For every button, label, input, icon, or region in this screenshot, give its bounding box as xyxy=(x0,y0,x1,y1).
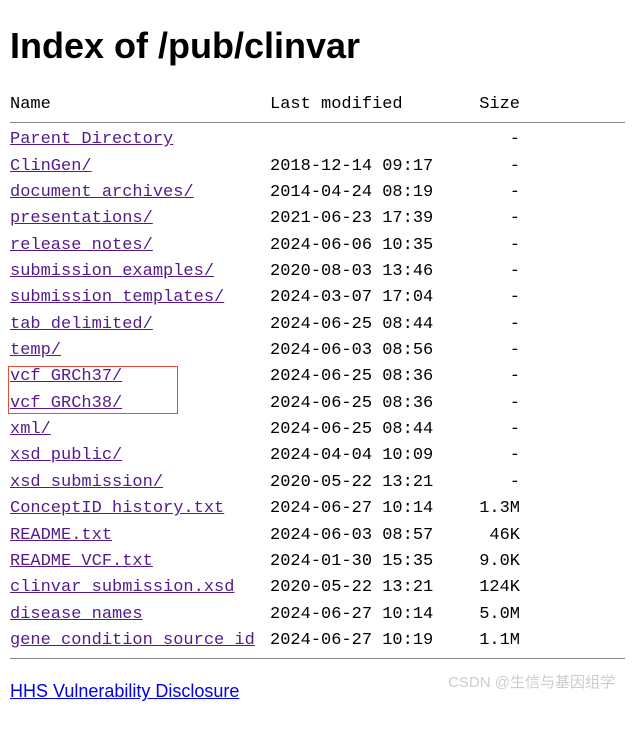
file-link[interactable]: temp/ xyxy=(10,341,61,360)
list-item: vcf_GRCh38/2024-06-25 08:36- xyxy=(10,391,625,417)
file-size: - xyxy=(460,233,520,259)
file-size: - xyxy=(460,180,520,206)
list-item: release_notes/2024-06-06 10:35- xyxy=(10,233,625,259)
hhs-vulnerability-link[interactable]: HHS Vulnerability Disclosure xyxy=(10,681,239,702)
file-size: 5.0M xyxy=(460,602,520,628)
file-modified: 2024-06-25 08:44 xyxy=(270,312,460,338)
list-item: README_VCF.txt 2024-01-30 15:359.0K xyxy=(10,549,625,575)
list-item: temp/2024-06-03 08:56- xyxy=(10,338,625,364)
file-link[interactable]: document_archives/ xyxy=(10,183,194,202)
file-modified: 2024-06-25 08:44 xyxy=(270,417,460,443)
file-size: 46K xyxy=(460,523,520,549)
file-modified: 2021-06-23 17:39 xyxy=(270,206,460,232)
file-size: - xyxy=(460,417,520,443)
file-size: - xyxy=(460,391,520,417)
list-item: submission_examples/2020-08-03 13:46- xyxy=(10,259,625,285)
file-link[interactable]: ClinGen/ xyxy=(10,157,92,176)
file-modified: 2024-06-27 10:14 xyxy=(270,602,460,628)
file-modified: 2024-06-03 08:57 xyxy=(270,523,460,549)
list-item: disease_names 2024-06-27 10:145.0M xyxy=(10,602,625,628)
file-link[interactable]: xsd_public/ xyxy=(10,446,122,465)
file-size: - xyxy=(460,364,520,390)
file-size: - xyxy=(460,259,520,285)
page-title: Index of /pub/clinvar xyxy=(10,25,625,67)
file-modified: 2014-04-24 08:19 xyxy=(270,180,460,206)
file-link[interactable]: tab_delimited/ xyxy=(10,315,153,334)
file-link[interactable]: README.txt xyxy=(10,526,112,545)
header-size: Size xyxy=(460,92,520,118)
file-link[interactable]: release_notes/ xyxy=(10,236,153,255)
divider-bottom xyxy=(10,658,625,659)
list-item: vcf_GRCh37/2024-06-25 08:36- xyxy=(10,364,625,390)
file-size: 9.0K xyxy=(460,549,520,575)
list-item: gene_condition_source_id 2024-06-27 10:19… xyxy=(10,628,625,654)
list-item: document_archives/2014-04-24 08:19- xyxy=(10,180,625,206)
file-link[interactable]: disease_names xyxy=(10,605,143,624)
list-item: xsd_submission/2020-05-22 13:21- xyxy=(10,470,625,496)
list-item: clinvar_submission.xsd 2020-05-22 13:2112… xyxy=(10,575,625,601)
header-modified: Last modified xyxy=(270,92,460,118)
file-size: - xyxy=(460,470,520,496)
file-link[interactable]: Parent Directory xyxy=(10,130,173,149)
file-modified: 2020-05-22 13:21 xyxy=(270,575,460,601)
file-size: - xyxy=(460,443,520,469)
file-link[interactable]: submission_templates/ xyxy=(10,288,224,307)
list-item: README.txt 2024-06-03 08:5746K xyxy=(10,523,625,549)
file-modified: 2018-12-14 09:17 xyxy=(270,154,460,180)
file-modified: 2020-05-22 13:21 xyxy=(270,470,460,496)
file-size: 1.1M xyxy=(460,628,520,654)
watermark: CSDN @生信与基因组学 xyxy=(448,671,615,692)
file-modified: 2024-06-27 10:14 xyxy=(270,496,460,522)
file-modified: 2024-03-07 17:04 xyxy=(270,285,460,311)
listing-header: NameLast modifiedSize xyxy=(10,92,625,118)
file-modified: 2024-01-30 15:35 xyxy=(270,549,460,575)
list-item: xml/2024-06-25 08:44- xyxy=(10,417,625,443)
file-size: 124K xyxy=(460,575,520,601)
file-link[interactable]: xsd_submission/ xyxy=(10,473,163,492)
list-item: Parent Directory - xyxy=(10,127,625,153)
file-link[interactable]: ConceptID_history.txt xyxy=(10,499,224,518)
file-link[interactable]: submission_examples/ xyxy=(10,262,214,281)
file-link[interactable]: vcf_GRCh38/ xyxy=(10,394,122,413)
file-size: - xyxy=(460,285,520,311)
file-link[interactable]: gene_condition_source_id xyxy=(10,631,255,650)
file-size: - xyxy=(460,338,520,364)
list-item: presentations/2021-06-23 17:39- xyxy=(10,206,625,232)
list-item: tab_delimited/2024-06-25 08:44- xyxy=(10,312,625,338)
file-size: - xyxy=(460,312,520,338)
file-modified: 2024-04-04 10:09 xyxy=(270,443,460,469)
file-size: - xyxy=(460,127,520,153)
file-link[interactable]: clinvar_submission.xsd xyxy=(10,578,234,597)
file-size: - xyxy=(460,154,520,180)
list-item: ConceptID_history.txt 2024-06-27 10:141.3… xyxy=(10,496,625,522)
header-name: Name xyxy=(10,92,270,118)
file-size: - xyxy=(460,206,520,232)
file-modified: 2024-06-25 08:36 xyxy=(270,364,460,390)
file-modified: 2024-06-27 10:19 xyxy=(270,628,460,654)
list-item: ClinGen/2018-12-14 09:17- xyxy=(10,154,625,180)
file-modified: 2024-06-06 10:35 xyxy=(270,233,460,259)
file-link[interactable]: presentations/ xyxy=(10,209,153,228)
file-link[interactable]: README_VCF.txt xyxy=(10,552,153,571)
file-modified: 2024-06-03 08:56 xyxy=(270,338,460,364)
file-modified: 2024-06-25 08:36 xyxy=(270,391,460,417)
list-item: xsd_public/2024-04-04 10:09- xyxy=(10,443,625,469)
directory-listing: NameLast modifiedSize Parent Directory-C… xyxy=(10,92,625,659)
file-link[interactable]: vcf_GRCh37/ xyxy=(10,367,122,386)
file-size: 1.3M xyxy=(460,496,520,522)
list-item: submission_templates/2024-03-07 17:04- xyxy=(10,285,625,311)
divider-top xyxy=(10,122,625,123)
file-link[interactable]: xml/ xyxy=(10,420,51,439)
file-modified: 2020-08-03 13:46 xyxy=(270,259,460,285)
